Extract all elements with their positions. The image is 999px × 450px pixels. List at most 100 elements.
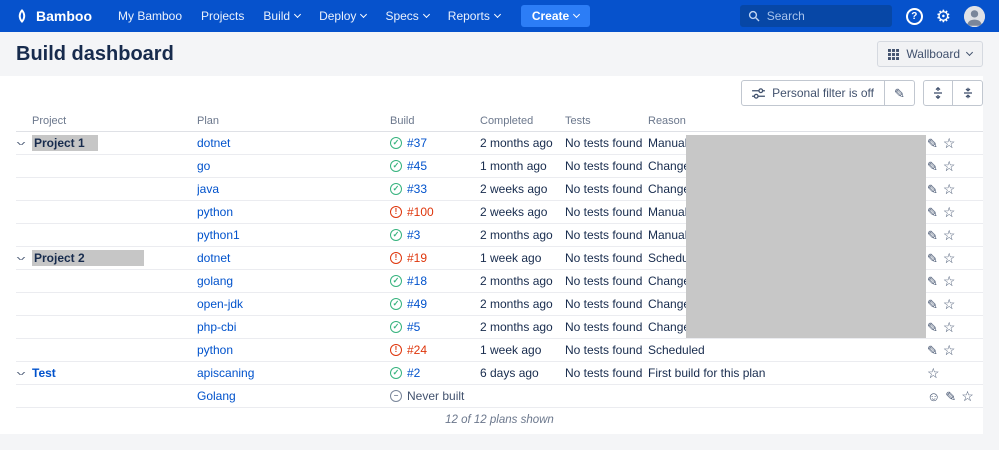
plan-link[interactable]: dotnet bbox=[197, 251, 230, 265]
failed-icon: ! bbox=[390, 206, 402, 218]
nav-item-reports[interactable]: Reports bbox=[448, 9, 501, 23]
star-icon[interactable]: ☆ bbox=[943, 159, 956, 173]
edit-icon[interactable]: ✎ bbox=[927, 229, 938, 242]
bamboo-brand[interactable]: Bamboo bbox=[14, 8, 92, 24]
personal-filter-button[interactable]: Personal filter is off bbox=[741, 80, 885, 106]
plan-link[interactable]: go bbox=[197, 159, 210, 173]
avatar[interactable] bbox=[964, 5, 985, 27]
edit-icon[interactable]: ✎ bbox=[927, 275, 938, 288]
filter-icon bbox=[752, 87, 766, 99]
plan-link[interactable]: java bbox=[197, 182, 219, 196]
success-icon: ✓ bbox=[390, 183, 402, 195]
wallboard-button[interactable]: Wallboard bbox=[877, 41, 983, 67]
build-link[interactable]: #37 bbox=[407, 136, 427, 150]
expand-all-button[interactable] bbox=[923, 80, 953, 106]
build-link[interactable]: #45 bbox=[407, 159, 427, 173]
edit-icon[interactable]: ✎ bbox=[927, 252, 938, 265]
column-header-reason: Reason bbox=[648, 114, 686, 127]
build-link[interactable]: #18 bbox=[407, 274, 427, 288]
project-group-label[interactable]: Project 1 bbox=[32, 135, 98, 151]
star-icon[interactable]: ☆ bbox=[943, 182, 956, 196]
edit-icon[interactable]: ✎ bbox=[927, 298, 938, 311]
chevron-down-icon bbox=[493, 10, 501, 19]
edit-icon[interactable]: ✎ bbox=[927, 344, 938, 357]
plan-link[interactable]: python bbox=[197, 343, 233, 357]
plan-link[interactable]: dotnet bbox=[197, 136, 230, 150]
build-link[interactable]: #19 bbox=[407, 251, 427, 265]
nav-item-build[interactable]: Build bbox=[263, 9, 302, 23]
edit-icon[interactable]: ✎ bbox=[927, 160, 938, 173]
plan-link[interactable]: golang bbox=[197, 274, 233, 288]
edit-icon[interactable]: ✎ bbox=[927, 206, 938, 219]
column-header-plan: Plan bbox=[197, 114, 220, 127]
group-expander-icon[interactable] bbox=[16, 256, 26, 260]
build-link[interactable]: #49 bbox=[407, 297, 427, 311]
edit-icon[interactable]: ✎ bbox=[927, 183, 938, 196]
completed-cell: 1 week ago bbox=[480, 251, 542, 265]
table-header-row: Project Plan Build Completed Tests Reaso… bbox=[16, 110, 983, 132]
bottom-strip bbox=[0, 434, 999, 450]
edit-icon[interactable]: ✎ bbox=[927, 321, 938, 334]
project-group-label[interactable]: Test bbox=[32, 366, 56, 380]
plan-link[interactable]: Golang bbox=[197, 389, 236, 403]
star-icon[interactable]: ☆ bbox=[961, 389, 974, 403]
global-search[interactable] bbox=[739, 5, 892, 27]
nav-item-my-bamboo[interactable]: My Bamboo bbox=[118, 9, 182, 23]
table-row: python ! #24 1 week ago No tests found S… bbox=[16, 339, 983, 362]
chevron-down-icon bbox=[573, 10, 581, 19]
plan-link[interactable]: python bbox=[197, 205, 233, 219]
nav-item-specs[interactable]: Specs bbox=[385, 9, 430, 23]
page-title: Build dashboard bbox=[16, 42, 174, 65]
search-input[interactable] bbox=[764, 8, 884, 24]
search-icon bbox=[748, 10, 760, 22]
plan-link[interactable]: open-jdk bbox=[197, 297, 243, 311]
plan-link[interactable]: php-cbi bbox=[197, 320, 236, 334]
project-group-label[interactable]: Project 2 bbox=[32, 250, 144, 266]
completed-cell: 2 months ago bbox=[480, 297, 553, 311]
edit-filter-button[interactable]: ✎ bbox=[885, 80, 915, 106]
failed-icon: ! bbox=[390, 344, 402, 356]
collapse-all-icon bbox=[962, 87, 974, 99]
row-actions: ✎ ☆ bbox=[925, 343, 983, 357]
smiley-icon[interactable]: ☺ bbox=[927, 390, 940, 403]
collapse-all-button[interactable] bbox=[953, 80, 983, 106]
build-link[interactable]: #5 bbox=[407, 320, 420, 334]
create-button[interactable]: Create bbox=[520, 5, 591, 27]
edit-icon[interactable]: ✎ bbox=[945, 390, 956, 403]
star-icon[interactable]: ☆ bbox=[943, 320, 956, 334]
edit-icon[interactable]: ✎ bbox=[927, 137, 938, 150]
tests-cell: No tests found bbox=[565, 159, 643, 173]
star-icon[interactable]: ☆ bbox=[943, 297, 956, 311]
group-expander-icon[interactable] bbox=[16, 141, 26, 145]
build-link[interactable]: #33 bbox=[407, 182, 427, 196]
build-link[interactable]: #2 bbox=[407, 366, 420, 380]
completed-cell: 2 weeks ago bbox=[480, 205, 548, 219]
failed-icon: ! bbox=[390, 252, 402, 264]
gear-icon[interactable]: ⚙ bbox=[936, 8, 951, 25]
nav-item-projects[interactable]: Projects bbox=[201, 9, 244, 23]
plan-link[interactable]: python1 bbox=[197, 228, 240, 242]
column-header-tests: Tests bbox=[565, 114, 591, 127]
help-icon[interactable]: ? bbox=[905, 7, 923, 25]
build-link[interactable]: #100 bbox=[407, 205, 434, 219]
star-icon[interactable]: ☆ bbox=[943, 251, 956, 265]
success-icon: ✓ bbox=[390, 160, 402, 172]
bamboo-logo-icon bbox=[14, 8, 30, 24]
nav-item-deploy[interactable]: Deploy bbox=[319, 9, 368, 23]
group-expander-icon[interactable] bbox=[16, 371, 26, 375]
star-icon[interactable]: ☆ bbox=[943, 274, 956, 288]
star-icon[interactable]: ☆ bbox=[943, 343, 956, 357]
build-link[interactable]: #3 bbox=[407, 228, 420, 242]
chevron-down-icon bbox=[965, 48, 974, 57]
star-icon[interactable]: ☆ bbox=[927, 366, 940, 380]
plan-link[interactable]: apiscaning bbox=[197, 366, 254, 380]
table-row: Test apiscaning ✓ #2 6 days ago No tests… bbox=[16, 362, 983, 385]
star-icon[interactable]: ☆ bbox=[943, 228, 956, 242]
star-icon[interactable]: ☆ bbox=[943, 136, 956, 150]
tests-cell: No tests found bbox=[565, 182, 643, 196]
build-link[interactable]: #24 bbox=[407, 343, 427, 357]
row-actions: ✎ ☆ bbox=[925, 274, 983, 288]
success-icon: ✓ bbox=[390, 298, 402, 310]
column-header-build: Build bbox=[390, 114, 415, 127]
star-icon[interactable]: ☆ bbox=[943, 205, 956, 219]
